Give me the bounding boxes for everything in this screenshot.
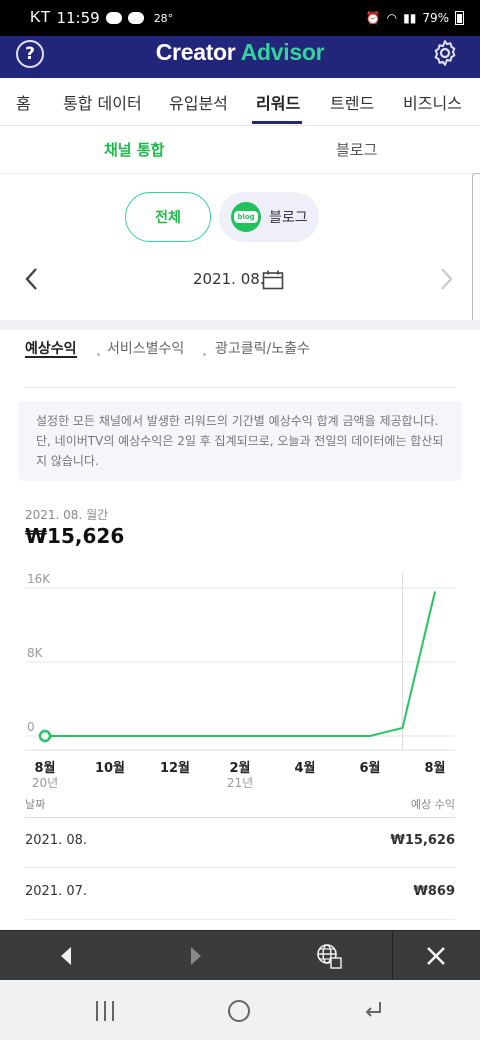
metric-tab-ad-clicks[interactable]: 광고클릭/노출수 bbox=[215, 338, 310, 358]
forward-arrow-icon bbox=[191, 947, 201, 965]
next-month-button[interactable] bbox=[436, 266, 456, 292]
filter-all-button[interactable]: 전체 bbox=[125, 192, 211, 242]
tab-home[interactable]: 홈 bbox=[16, 90, 31, 114]
x-year-label: 21년 bbox=[227, 776, 253, 790]
blog-icon: blog bbox=[231, 202, 261, 232]
tab-integrated-data[interactable]: 통합 데이터 bbox=[63, 90, 142, 114]
summary-total: ₩15,626 bbox=[25, 524, 125, 548]
browser-globe-button[interactable] bbox=[303, 931, 355, 981]
row-value: ₩15,626 bbox=[390, 833, 455, 848]
browser-forward-button[interactable] bbox=[170, 931, 222, 981]
divider bbox=[25, 387, 455, 388]
row-date: 2021. 07. bbox=[25, 884, 88, 899]
revenue-line-chart: 08K16K8월 10월 12월 2월 4월 6월 8월20년 21년 bbox=[25, 572, 455, 790]
recent-apps-icon[interactable] bbox=[92, 998, 118, 1024]
metric-tab-underline bbox=[25, 356, 77, 358]
tab-traffic-analysis[interactable]: 유입분석 bbox=[169, 90, 228, 114]
tab-dot-separator bbox=[203, 353, 206, 356]
signal-icon: ▮▮ bbox=[403, 11, 417, 25]
sub-tab-bar: 채널 통합 블로그 bbox=[0, 126, 480, 174]
temperature: 28° bbox=[153, 11, 174, 25]
system-nav-bar bbox=[0, 980, 480, 1040]
talk-notification-icon bbox=[105, 12, 122, 24]
filter-blog-label: 블로그 bbox=[269, 210, 308, 226]
row-value: ₩869 bbox=[413, 884, 455, 899]
back-arrow-icon bbox=[61, 947, 71, 965]
active-tab-indicator bbox=[252, 121, 302, 124]
filter-blog-button[interactable]: blog 블로그 bbox=[219, 192, 319, 242]
row-date: 2021. 08. bbox=[25, 833, 88, 848]
wifi-icon: ◠ bbox=[386, 11, 398, 25]
x-tick-label: 8월 bbox=[34, 760, 55, 776]
data-point-start bbox=[38, 729, 52, 743]
y-tick-label: 8K bbox=[27, 646, 44, 660]
carrier-label: KT bbox=[30, 9, 51, 26]
brand-advisor: Advisor bbox=[240, 39, 325, 65]
summary-period: 2021. 08. 월간 bbox=[25, 508, 109, 522]
col-date-header: 날짜 bbox=[25, 798, 46, 811]
battery-icon bbox=[455, 11, 464, 25]
series-line bbox=[45, 591, 436, 737]
tab-dot-separator bbox=[97, 353, 100, 356]
x-tick-label: 4월 bbox=[294, 760, 315, 776]
system-back-icon[interactable] bbox=[360, 998, 386, 1024]
battery-percent: 79% bbox=[422, 11, 449, 25]
section-separator bbox=[0, 320, 480, 330]
clock: 11:59 bbox=[56, 9, 100, 27]
toolbar-divider bbox=[392, 931, 393, 981]
subtab-channel-integrated[interactable]: 채널 통합 bbox=[104, 139, 164, 160]
y-tick-label: 16K bbox=[27, 572, 51, 586]
metric-tab-expected-revenue[interactable]: 예상수익 bbox=[25, 338, 77, 358]
table-row[interactable]: 2021. 08. ₩15,626 bbox=[25, 817, 455, 867]
home-icon[interactable] bbox=[226, 998, 252, 1024]
current-month-label: 2021. 08. bbox=[193, 270, 265, 288]
gear-icon[interactable] bbox=[430, 38, 460, 68]
globe-icon bbox=[317, 944, 342, 969]
tab-business[interactable]: 비즈니스 bbox=[403, 90, 462, 114]
alarm-icon: ⏰ bbox=[365, 11, 381, 25]
divider bbox=[25, 919, 455, 920]
tab-trend[interactable]: 트렌드 bbox=[330, 90, 374, 114]
browser-toolbar bbox=[0, 930, 480, 981]
col-value-header: 예상 수익 bbox=[411, 798, 455, 811]
subtab-blog[interactable]: 블로그 bbox=[336, 139, 377, 160]
info-notice: 설정한 모든 채널에서 발생한 리워드의 기간별 예상수익 합계 금액을 제공합… bbox=[18, 401, 462, 481]
x-tick-label: 6월 bbox=[359, 760, 380, 776]
x-tick-label: 10월 bbox=[95, 760, 125, 776]
metric-tab-by-service[interactable]: 서비스별수익 bbox=[107, 338, 184, 358]
y-tick-label: 0 bbox=[27, 720, 35, 734]
scroll-handle[interactable] bbox=[472, 173, 480, 323]
app-header: ? Creator Advisor bbox=[0, 36, 480, 78]
brand-logo: Creator Advisor bbox=[0, 39, 480, 66]
blog-icon-text: blog bbox=[234, 211, 258, 223]
x-tick-label: 12월 bbox=[160, 760, 190, 776]
x-year-label: 20년 bbox=[32, 776, 58, 790]
tab-reward[interactable]: 리워드 bbox=[256, 90, 300, 114]
main-tab-bar: 홈 통합 데이터 유입분석 리워드 트렌드 비즈니스 bbox=[0, 78, 480, 126]
calendar-icon[interactable] bbox=[262, 270, 284, 290]
table-row[interactable]: 2021. 07. ₩869 bbox=[25, 868, 455, 918]
x-tick-label: 2월 bbox=[229, 760, 250, 776]
x-tick-label: 8월 bbox=[424, 760, 445, 776]
chat-notification-icon bbox=[127, 12, 144, 24]
close-icon bbox=[427, 947, 445, 965]
status-bar: KT 11:59 28° ⏰ ◠ ▮▮ 79% bbox=[0, 0, 480, 36]
brand-creator: Creator bbox=[155, 39, 236, 65]
prev-month-button[interactable] bbox=[22, 266, 42, 292]
browser-back-button[interactable] bbox=[40, 931, 92, 981]
browser-close-button[interactable] bbox=[410, 931, 462, 981]
